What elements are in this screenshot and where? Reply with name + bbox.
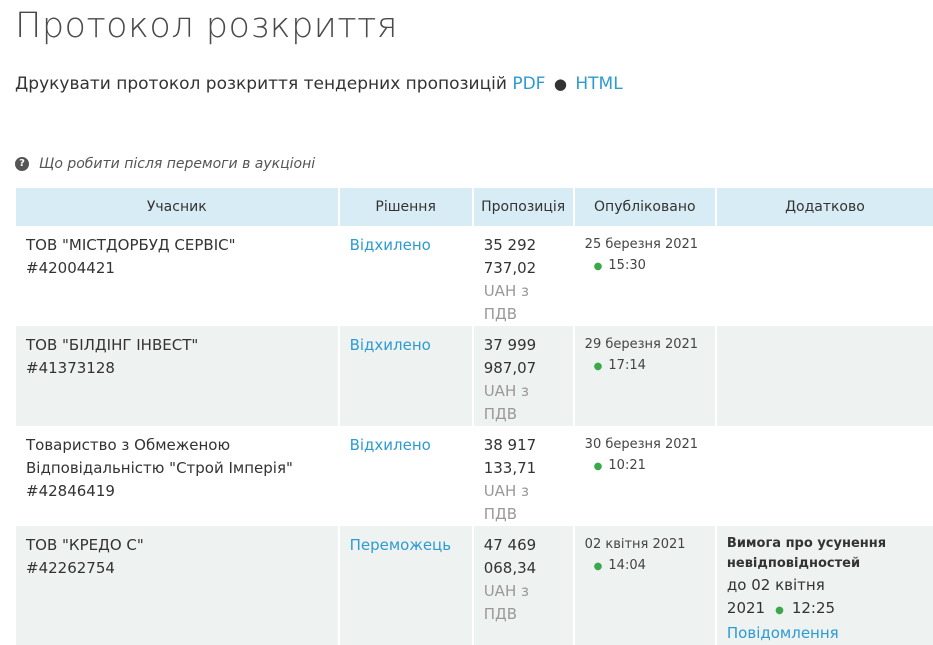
complaint-title-line2: невідповідностей [726,556,861,571]
offer-amount-part2: 068,34 [483,559,537,577]
extra-cell [717,426,933,526]
help-link-text[interactable]: Що робити після перемоги в аукціоні [39,156,315,172]
bullet-icon: ● [593,461,603,472]
header-decision: Рішення [339,188,474,226]
participant-cell: ТОВ "БІЛДІНГ ІНВЕСТ" #41373128 [16,326,340,426]
offer-amount-part2: 133,71 [483,459,537,477]
participant-name-line2: Відповідальністю "Строй Імперія" [26,459,293,477]
extra-cell [716,326,933,426]
decision-cell: Відхилено [340,426,474,526]
participant-code: #42262754 [26,559,115,577]
offer-currency: UAH з ПДВ [483,382,529,423]
header-published: Опубліковано [574,188,717,226]
published-time-line: ● 15:30 [585,255,705,277]
offer-amount-part1: 35 292 [483,236,537,254]
published-cell: 30 березня 2021 ● 10:21 [575,426,717,526]
participant-name: ТОВ "БІЛДІНГ ІНВЕСТ" [26,336,199,354]
complaint-deadline-time: 12:25 [791,599,836,617]
participant-name-line1: Товариство з Обмеженою [26,436,231,454]
table-row: ТОВ "БІЛДІНГ ІНВЕСТ" #41373128 Відхилено… [16,326,933,426]
published-cell: 25 березня 2021 ● 15:30 [575,226,717,326]
complaint-title-line1: Вимога про усунення [726,536,887,551]
bullet-icon: ● [775,605,784,616]
question-icon: ? [15,157,29,171]
extra-cell: Вимога про усунення невідповідностей до … [716,526,933,645]
participant-cell: Товариство з Обмеженою Відповідальністю … [16,426,340,526]
published-time: 10:21 [608,458,646,473]
published-time: 15:30 [608,258,646,273]
print-pdf-link[interactable]: PDF [512,74,545,94]
published-date: 30 березня 2021 [584,437,699,452]
participant-code: #42846419 [26,482,115,500]
print-protocol-text: Друкувати протокол розкриття тендерних п… [15,74,507,94]
notification-link[interactable]: Повідомлення [727,622,923,645]
table-row: ТОВ "КРЕДО С" #42262754 Переможець 47 46… [16,526,933,645]
offer-currency: UAH з ПДВ [483,482,529,523]
participant-cell: ТОВ "КРЕДО С" #42262754 [16,526,340,645]
decision-link[interactable]: Відхилено [350,436,431,454]
decision-cell: Відхилено [339,326,474,426]
decision-link[interactable]: Переможець [350,536,452,554]
extra-cell [717,226,933,326]
table-row: Товариство з Обмеженою Відповідальністю … [16,426,933,526]
participant-code: #42004421 [26,259,115,277]
published-time: 17:14 [608,358,646,373]
published-time-line: ● 10:21 [585,455,705,477]
complaint-deadline: до 02 квітня 2021 ● 12:25 [727,574,923,622]
offer-currency: UAH з ПДВ [483,282,529,323]
bullet-icon: ● [593,361,603,372]
published-cell: 29 березня 2021 ● 17:14 [574,326,717,426]
print-protocol-line: Друкувати протокол розкриття тендерних п… [15,74,623,94]
published-time-line: ● 14:04 [585,555,705,577]
page-title: Протокол розкриття [15,6,398,46]
offer-cell: 47 469 068,34 UAH з ПДВ [473,526,575,645]
offer-amount-part1: 37 999 [483,336,537,354]
offer-cell: 37 999 987,07 UAH з ПДВ [473,326,575,426]
offer-amount-part1: 47 469 [483,536,537,554]
bullet-icon: ● [593,561,603,572]
published-cell: 02 квітня 2021 ● 14:04 [574,526,717,645]
published-time-line: ● 17:14 [585,355,705,377]
decision-link[interactable]: Відхилено [350,236,431,254]
table-row: ТОВ "МІСТДОРБУД СЕРВІС" #42004421 Відхил… [16,226,933,326]
offer-amount-part2: 737,02 [483,259,537,277]
published-date: 02 квітня 2021 [584,537,686,552]
offer-cell: 35 292 737,02 UAH з ПДВ [474,226,575,326]
offer-currency: UAH з ПДВ [483,582,529,623]
published-date: 29 березня 2021 [584,337,699,352]
decision-cell: Переможець [339,526,474,645]
print-html-link[interactable]: HTML [575,74,622,94]
decision-cell: Відхилено [340,226,474,326]
table-header-row: Учасник Рішення Пропозиція Опубліковано … [16,188,933,226]
offer-cell: 38 917 133,71 UAH з ПДВ [474,426,575,526]
header-participant: Учасник [16,188,340,226]
header-extra: Додатково [716,188,933,226]
participant-name: ТОВ "МІСТДОРБУД СЕРВІС" [26,236,236,254]
header-offer: Пропозиція [473,188,575,226]
published-date: 25 березня 2021 [584,237,699,252]
participant-name: ТОВ "КРЕДО С" [26,536,144,554]
help-link[interactable]: ? Що робити після перемоги в аукціоні [15,156,315,172]
bullet-icon: ● [593,261,603,272]
participant-code: #41373128 [26,359,115,377]
published-time: 14:04 [608,558,646,573]
decision-link[interactable]: Відхилено [350,336,431,354]
participant-cell: ТОВ "МІСТДОРБУД СЕРВІС" #42004421 [16,226,340,326]
separator-bullet: ● [553,75,567,93]
offer-amount-part1: 38 917 [483,436,537,454]
bids-table: Учасник Рішення Пропозиція Опубліковано … [16,188,933,645]
offer-amount-part2: 987,07 [483,359,537,377]
